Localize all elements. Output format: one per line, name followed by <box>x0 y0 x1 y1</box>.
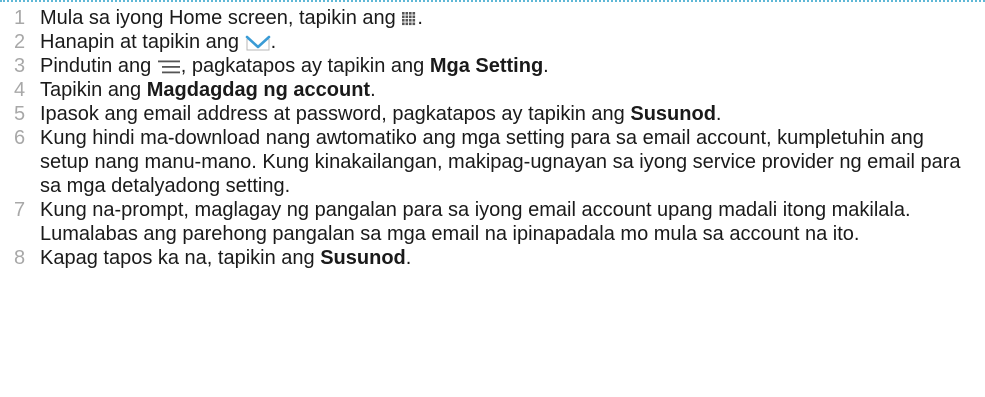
step-text-segment: Kung hindi ma-download nang awtomatiko a… <box>40 127 961 197</box>
step-text-segment: Mula sa iyong Home screen, tapikin ang <box>40 7 402 29</box>
page: { "steps": [ { "number": "1", "parts": [… <box>0 0 985 397</box>
step-text: Hanapin at tapikin ang . <box>38 30 985 54</box>
step-text-segment: Kapag tapos ka na, tapikin ang <box>40 247 321 269</box>
step-text-segment: Pindutin ang <box>40 55 157 77</box>
step-text: Kung na-prompt, maglagay ng pangalan par… <box>38 198 985 246</box>
email-envelope-icon <box>245 35 271 51</box>
ui-term: Mga Setting <box>429 55 544 77</box>
step-text-segment: . <box>417 7 423 29</box>
step-text-segment: , pagkatapos ay tapikin ang <box>180 55 430 77</box>
step-text: Ipasok ang email address at password, pa… <box>38 102 985 126</box>
step-item: 7 Kung na-prompt, maglagay ng pangalan pa… <box>0 198 985 246</box>
step-item: 3 Pindutin ang , pagkatapos ay tapikin an… <box>0 54 985 78</box>
step-text-segment: . <box>270 31 277 53</box>
step-text-segment: Ipasok ang email address at password, pa… <box>40 103 631 125</box>
step-number: 4 <box>14 79 26 101</box>
step-number: 1 <box>14 7 26 29</box>
step-item: 4 Tapikin ang Magdagdag ng account. <box>0 78 985 102</box>
step-number: 2 <box>14 31 26 53</box>
step-text-segment: . <box>543 55 549 77</box>
ui-term: Magdagdag ng account <box>146 79 371 101</box>
step-item: 1 Mula sa iyong Home screen, tapikin ang … <box>0 6 985 30</box>
ui-term: Susunod <box>320 247 406 269</box>
step-text-segment: Kung na-prompt, maglagay ng pangalan par… <box>40 199 911 245</box>
step-text: Pindutin ang , pagkatapos ay tapikin ang… <box>38 54 985 78</box>
step-number: 8 <box>14 247 26 269</box>
step-text-segment: Hanapin at tapikin ang <box>40 31 245 53</box>
step-number: 7 <box>14 199 26 221</box>
step-item: 6 Kung hindi ma-download nang awtomatiko … <box>0 126 985 198</box>
apps-grid-icon <box>401 11 417 27</box>
top-dotted-rule <box>0 0 985 2</box>
step-text: Kapag tapos ka na, tapikin ang Susunod. <box>38 246 985 270</box>
step-text: Kung hindi ma-download nang awtomatiko a… <box>38 126 985 198</box>
step-item: 8 Kapag tapos ka na, tapikin ang Susunod. <box>0 246 985 270</box>
step-text-segment: . <box>370 79 376 101</box>
step-text-segment: . <box>405 247 412 269</box>
step-number: 6 <box>14 127 26 149</box>
step-text: Tapikin ang Magdagdag ng account. <box>38 78 985 102</box>
step-text-segment: . <box>715 103 722 125</box>
step-text: Mula sa iyong Home screen, tapikin ang . <box>38 6 985 30</box>
instruction-steps: 1 Mula sa iyong Home screen, tapikin ang … <box>0 6 985 270</box>
step-number: 3 <box>14 55 26 77</box>
ui-term: Susunod <box>630 103 716 125</box>
step-item: 2 Hanapin at tapikin ang . <box>0 30 985 54</box>
menu-icon <box>157 59 181 75</box>
step-item: 5 Ipasok ang email address at password, p… <box>0 102 985 126</box>
step-number: 5 <box>14 103 26 125</box>
step-text-segment: Tapikin ang <box>40 79 147 101</box>
